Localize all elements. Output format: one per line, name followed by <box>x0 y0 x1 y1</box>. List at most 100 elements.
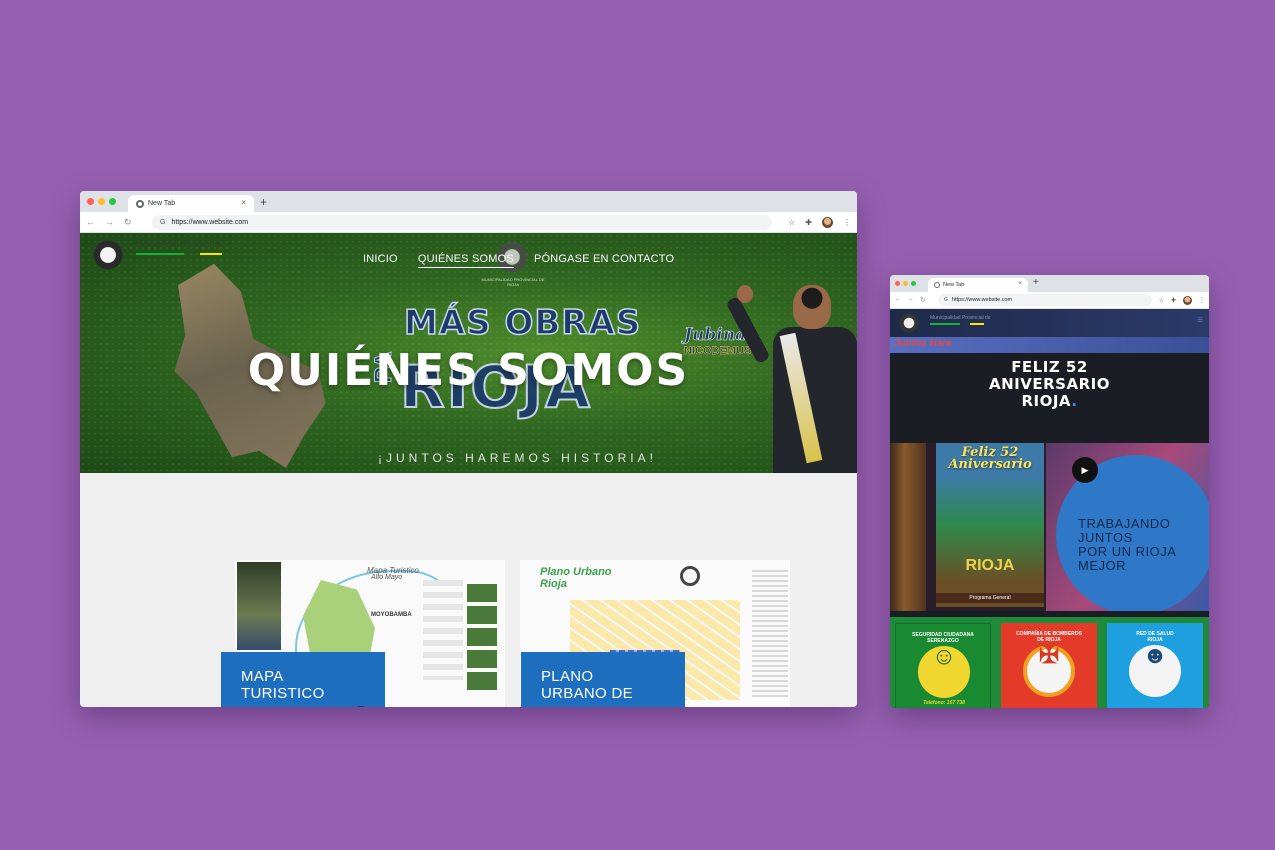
tourist-map-label-card[interactable]: MAPA TURISTICO <box>221 652 385 707</box>
plan-title: Plano Urbano Rioja <box>540 566 612 590</box>
site-logo[interactable] <box>896 312 922 334</box>
new-tab-button[interactable]: + <box>1033 277 1039 288</box>
mobile-site-header: Municipalidad Provincial de ≡ <box>890 309 1209 337</box>
close-tab-icon[interactable]: × <box>1018 281 1022 287</box>
page-title: QUIÉNES SOMOS <box>247 345 690 396</box>
maximize-window-button[interactable] <box>911 281 916 286</box>
star-icon[interactable]: ☆ <box>1159 297 1164 304</box>
service-card-salud[interactable]: RED DE SALUD RIOJA ☻ <box>1107 623 1203 708</box>
map-cards: Mapa Turistico Alto Mayo MOYOBAMBA Plano… <box>221 560 805 707</box>
back-arrow-icon[interactable]: ← <box>894 296 901 304</box>
urban-plan-label-card[interactable]: PLANO URBANO DE <box>521 652 685 707</box>
circle-line3: POR UN RIOJA <box>1078 544 1177 559</box>
close-tab-icon[interactable]: × <box>241 198 246 207</box>
anniversary-line2: ANIVERSARIO <box>989 375 1110 393</box>
seal-caption: MUNICIPALIDAD PROVINCIAL DE RIOJA <box>481 277 545 287</box>
browser-tab[interactable]: New Tab × <box>128 195 254 212</box>
address-bar[interactable]: G https://www.website.com <box>938 294 1152 306</box>
anniversary-gallery: Feliz 52 Aniversario RIOJA Programa Gene… <box>890 443 1209 611</box>
page-viewport: Municipalidad Provincial de ≡ Juntos Har… <box>890 309 1209 708</box>
yellow-accent-bar <box>970 323 984 325</box>
star-icon[interactable]: ☆ <box>788 218 795 227</box>
gallery-photo-left <box>890 443 926 611</box>
hamburger-icon[interactable]: ≡ <box>1197 315 1203 326</box>
play-icon[interactable]: ▶ <box>1072 457 1098 483</box>
tab-title: New Tab <box>943 282 965 288</box>
yellow-accent-bar <box>200 253 222 255</box>
minimize-window-button[interactable] <box>98 198 105 205</box>
site-logo[interactable] <box>88 239 128 271</box>
url-text: https://www.website.com <box>951 297 1013 303</box>
site-info-icon[interactable]: G <box>944 297 948 303</box>
minimize-window-button[interactable] <box>903 281 908 286</box>
municipality-label: Municipalidad Provincial de <box>930 315 991 321</box>
nav-quienes-somos[interactable]: QUIÉNES SOMOS <box>417 253 514 268</box>
hero-banner: Municipalidad Provincial de MUNICIPALIDA… <box>80 233 857 473</box>
banner-strip: Juntos Hare <box>890 337 1209 353</box>
card-arrow-icon[interactable] <box>351 706 371 707</box>
back-arrow-icon[interactable]: ← <box>86 217 95 228</box>
slogan-circle-text: TRABAJANDO JUNTOS POR UN RIOJA MEJOR <box>1078 517 1176 573</box>
close-window-button[interactable] <box>87 198 94 205</box>
nav-inicio[interactable]: INICIO <box>363 253 398 268</box>
page-viewport: Municipalidad Provincial de MUNICIPALIDA… <box>80 233 857 707</box>
close-window-button[interactable] <box>895 281 900 286</box>
new-tab-button[interactable]: + <box>260 195 267 209</box>
reload-icon[interactable]: ↻ <box>124 217 132 228</box>
mobile-browser-window: New Tab × + ← → ↻ G https://www.website.… <box>890 275 1209 708</box>
firefighter-emblem-icon: ✠ <box>1038 642 1060 669</box>
address-bar[interactable]: G https://www.website.com <box>152 214 772 230</box>
circle-line1: TRABAJANDO <box>1078 516 1171 531</box>
forward-arrow-icon[interactable]: → <box>907 296 914 304</box>
chrome-favicon-icon <box>934 282 940 288</box>
accent-dot: . <box>1071 392 1078 410</box>
map-place-label: MOYOBAMBA <box>371 612 412 618</box>
map-photos <box>467 584 497 694</box>
window-controls <box>895 281 916 286</box>
banner-strip-text: Juntos Hare <box>894 338 952 349</box>
service-card-seguridad[interactable]: SEGURIDAD CIUDADANA SERENAZGO ☺ Teléfono… <box>895 623 991 708</box>
avatar[interactable] <box>822 216 833 228</box>
card-label-line1: PLANO <box>541 668 594 685</box>
tab-title: New Tab <box>148 200 176 207</box>
circle-line4: MEJOR <box>1078 558 1126 573</box>
officer-icon: ☺ <box>931 643 957 670</box>
maximize-window-button[interactable] <box>109 198 116 205</box>
toolbar-right: ☆ ✚ ⋮ <box>1159 295 1205 305</box>
menu-dots-icon[interactable]: ⋮ <box>843 218 851 227</box>
mayor-hand <box>737 285 753 303</box>
green-accent-bar <box>136 253 184 255</box>
service-phone: Teléfono: 167 738 <box>923 700 965 706</box>
forward-arrow-icon[interactable]: → <box>105 217 114 228</box>
chrome-favicon-icon <box>136 199 144 208</box>
menu-dots-icon[interactable]: ⋮ <box>1199 297 1205 304</box>
municipality-label: Municipalidad Provincial de <box>136 241 221 248</box>
extensions-icon[interactable]: ✚ <box>1171 297 1176 304</box>
card-label-line2: URBANO DE <box>541 685 633 702</box>
site-info-icon[interactable]: G <box>160 219 165 226</box>
desktop-browser-window: New Tab × + ← → ↻ G https://www.website.… <box>80 191 857 707</box>
address-toolbar: ← → ↻ G https://www.website.com ☆ ✚ ⋮ <box>890 292 1209 309</box>
circle-line2: JUNTOS <box>1078 530 1133 545</box>
service-card-bomberos[interactable]: COMPAÑIA DE BOMBEROS DE RIOJA ✠ <box>1001 623 1097 708</box>
browser-tab[interactable]: New Tab × <box>928 278 1028 292</box>
tab-strip: New Tab × + <box>890 275 1209 292</box>
main-nav: INICIO QUIÉNES SOMOS PÓNGASE EN CONTACTO <box>363 253 674 268</box>
tourist-map-thumbnail <box>237 562 281 650</box>
banner-headline: MÁS OBRAS <box>403 302 642 344</box>
extensions-icon[interactable]: ✚ <box>805 218 812 227</box>
url-text: https://www.website.com <box>171 218 249 226</box>
map-legend <box>423 580 463 680</box>
anniversary-poster[interactable]: Feliz 52 Aniversario RIOJA Programa Gene… <box>936 443 1044 607</box>
nav-contacto[interactable]: PÓNGASE EN CONTACTO <box>534 253 674 268</box>
map-subtitle: Alto Mayo <box>371 574 403 581</box>
reload-icon[interactable]: ↻ <box>920 296 926 304</box>
poster-title: Feliz 52 Aniversario <box>948 445 1032 472</box>
plan-title-line2: Rioja <box>540 578 567 590</box>
green-accent-bar <box>930 323 960 325</box>
hero-slogan: ¡JUNTOS HAREMOS HISTORIA! <box>378 451 657 465</box>
tab-strip: New Tab × + <box>80 191 857 212</box>
plan-crest-icon <box>680 566 700 586</box>
services-section: SEGURIDAD CIUDADANA SERENAZGO ☺ Teléfono… <box>890 617 1209 708</box>
avatar[interactable] <box>1183 295 1192 305</box>
